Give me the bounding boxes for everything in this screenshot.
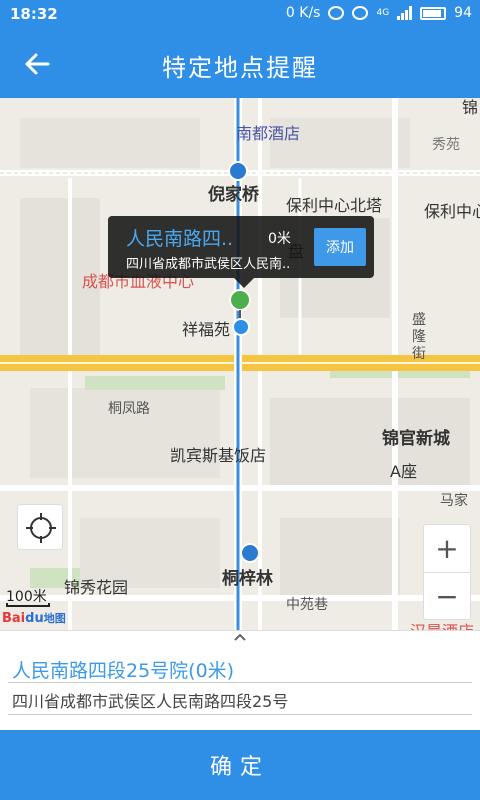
page-title: 特定地点提醒 [162, 54, 318, 82]
net-speed: 0 K/s [285, 5, 321, 21]
popup-address: 四川省成都市武侯区人民南.. [126, 257, 291, 272]
locate-button[interactable] [17, 504, 63, 550]
place-address: 四川省成都市武侯区人民南路四段25号 [12, 692, 289, 711]
map-label-xiangfuyuan: 祥福苑 [182, 320, 231, 339]
map-canvas [0, 98, 480, 630]
signal-icon [397, 6, 413, 20]
map-label-jinxiu: 锦秀花园 [64, 578, 129, 597]
network-type: 4G [376, 8, 390, 18]
zoom-out-button[interactable]: − [424, 572, 470, 619]
hd-call-icon [328, 6, 345, 20]
map-label-tongfenglu: 桐凤路 [108, 401, 150, 417]
status-bar: 18:32 0 K/s 4G 94 [0, 0, 480, 28]
place-name: 人民南路四段25号院(0米) [12, 660, 235, 682]
location-pin-icon [229, 289, 251, 311]
baidu-map-logo: Baidu地图 [2, 611, 66, 626]
add-button[interactable]: 添加 [314, 228, 366, 266]
battery-level: 94 [454, 5, 472, 21]
map-label-jinguanxincheng: 锦官新城 [382, 429, 450, 449]
popup-distance: 0米 [268, 231, 291, 247]
map-view[interactable]: 南都酒店 倪家桥 保利中心北塔 保利中心西 秀苑 锦 盘 成都市血液中心 祥福苑… [0, 98, 480, 630]
map-label-a-zuo: A座 [390, 462, 417, 481]
map-scale-bar [6, 603, 50, 607]
panel-collapse-handle[interactable] [0, 630, 480, 648]
status-time: 18:32 [10, 5, 58, 23]
current-location-icon [232, 318, 250, 336]
map-label-jin: 锦 [462, 98, 479, 117]
status-icons: 0 K/s 4G 94 [286, 5, 472, 21]
map-label-majia: 马家 [440, 493, 468, 509]
location-popup: 人民南路四.. 0米 四川省成都市武侯区人民南.. 添加 [108, 216, 374, 288]
popup-place-name: 人民南路四.. [126, 228, 234, 250]
map-label-baoli-west: 保利中心西 [424, 202, 480, 221]
map-label-baoli-north: 保利中心北塔 [286, 196, 383, 215]
confirm-button[interactable]: 确定 [0, 730, 480, 800]
divider [8, 682, 472, 683]
map-label-nijiaqiao: 倪家桥 [208, 185, 259, 205]
app-header: 特定地点提醒 [0, 28, 480, 98]
alarm-icon [352, 6, 369, 20]
map-label-tongzilin: 桐梓林 [222, 569, 273, 589]
map-label-zhongyuanxiang: 中苑巷 [286, 597, 328, 613]
map-label-hotel: 南都酒店 [236, 124, 301, 143]
battery-icon [420, 6, 447, 20]
chevron-up-icon [234, 633, 246, 641]
map-label-kaibinsi: 凯宾斯基饭店 [170, 446, 267, 465]
divider [8, 714, 472, 715]
place-info-panel: 人民南路四段25号院(0米) 四川省成都市武侯区人民南路四段25号 [0, 648, 480, 730]
zoom-control: + − [423, 524, 471, 620]
crosshair-icon [26, 513, 56, 543]
map-label-shenglongjie: 盛隆街 [412, 312, 426, 362]
map-label-xiuyuan: 秀苑 [432, 137, 460, 153]
zoom-in-button[interactable]: + [424, 525, 470, 572]
